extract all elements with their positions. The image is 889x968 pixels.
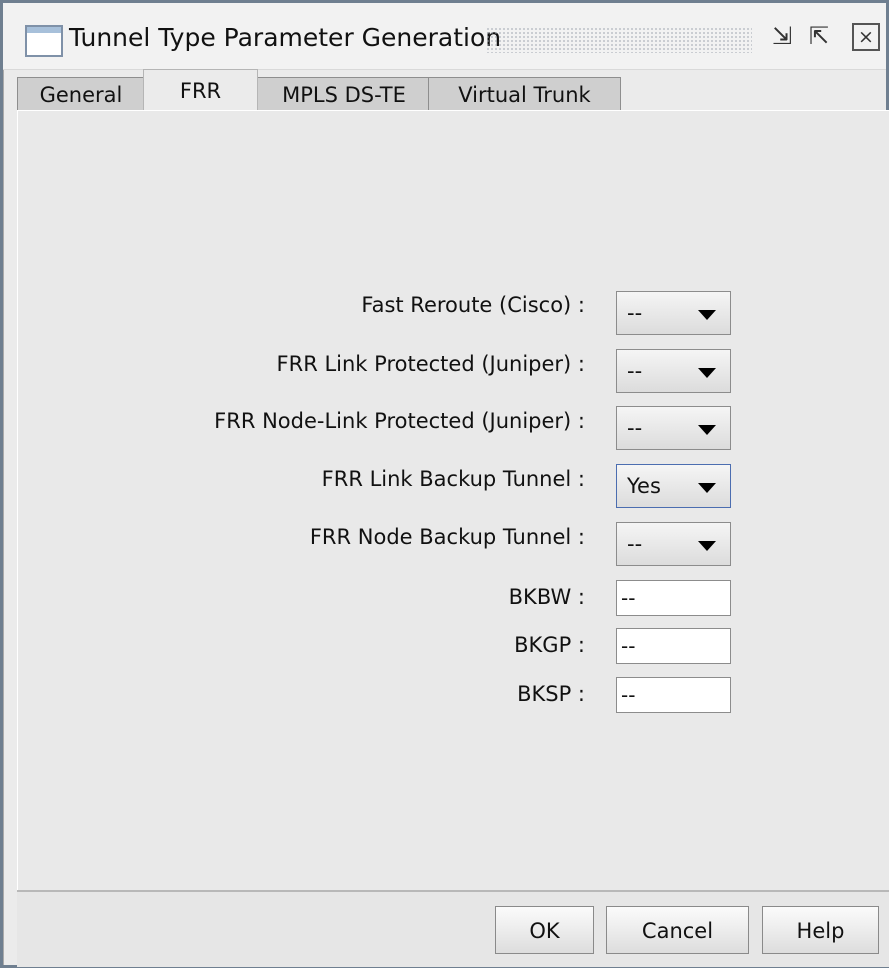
chevron-down-icon: [698, 483, 716, 493]
bksp-label: BKSP :: [517, 682, 585, 706]
frr-link-backup-tunnel-label: FRR Link Backup Tunnel :: [321, 467, 585, 491]
dialog-window: Tunnel Type Parameter Generation ⇲ ⇱ × G…: [0, 0, 889, 968]
help-button[interactable]: Help: [762, 906, 879, 954]
maximize-icon[interactable]: ⇱: [804, 21, 834, 51]
tab-mpls-ds-te[interactable]: MPLS DS-TE: [246, 77, 442, 112]
frr-node-backup-tunnel-label: FRR Node Backup Tunnel :: [309, 525, 585, 549]
chevron-down-icon: [698, 310, 716, 320]
chevron-down-icon: [698, 541, 716, 551]
frr-node-backup-tunnel-select[interactable]: --: [616, 522, 731, 566]
title-drag-area[interactable]: [486, 27, 752, 53]
window-icon: [25, 25, 63, 57]
frr-link-protected-label: FRR Link Protected (Juniper) :: [276, 352, 585, 376]
minimize-icon[interactable]: ⇲: [767, 21, 797, 51]
frr-node-backup-tunnel-value: --: [627, 532, 643, 556]
frr-link-protected-value: --: [627, 359, 643, 383]
frr-link-backup-tunnel-value: Yes: [627, 474, 661, 498]
chevron-down-icon: [698, 425, 716, 435]
cancel-button[interactable]: Cancel: [606, 906, 749, 954]
frr-link-backup-tunnel-select[interactable]: Yes: [616, 464, 731, 508]
fast-reroute-label: Fast Reroute (Cisco) :: [361, 293, 585, 317]
ok-button[interactable]: OK: [495, 906, 594, 954]
bksp-value: --: [621, 683, 636, 707]
bkgp-field[interactable]: --: [616, 628, 731, 664]
bkgp-value: --: [621, 634, 636, 658]
chevron-down-icon: [698, 368, 716, 378]
frr-panel: Fast Reroute (Cisco) : -- FRR Link Prote…: [17, 110, 889, 892]
fast-reroute-value: --: [627, 301, 643, 325]
window-title: Tunnel Type Parameter Generation: [69, 23, 502, 52]
bkbw-label: BKBW :: [508, 585, 585, 609]
bkgp-label: BKGP :: [514, 633, 585, 657]
frr-link-protected-select[interactable]: --: [616, 349, 731, 393]
frr-node-link-protected-select[interactable]: --: [616, 406, 731, 450]
bkbw-value: --: [621, 586, 636, 610]
tab-virtual-trunk[interactable]: Virtual Trunk: [428, 77, 621, 112]
fast-reroute-select[interactable]: --: [616, 291, 731, 335]
frr-node-link-protected-value: --: [627, 416, 643, 440]
tab-frr[interactable]: FRR: [143, 69, 258, 112]
tab-general[interactable]: General: [17, 77, 145, 112]
bksp-field[interactable]: --: [616, 677, 731, 713]
frr-node-link-protected-label: FRR Node-Link Protected (Juniper) :: [214, 409, 585, 433]
bkbw-field[interactable]: --: [616, 580, 731, 616]
close-icon[interactable]: ×: [852, 23, 880, 51]
title-bar[interactable]: Tunnel Type Parameter Generation ⇲ ⇱ ×: [3, 3, 886, 70]
button-bar: OK Cancel Help: [17, 890, 889, 967]
